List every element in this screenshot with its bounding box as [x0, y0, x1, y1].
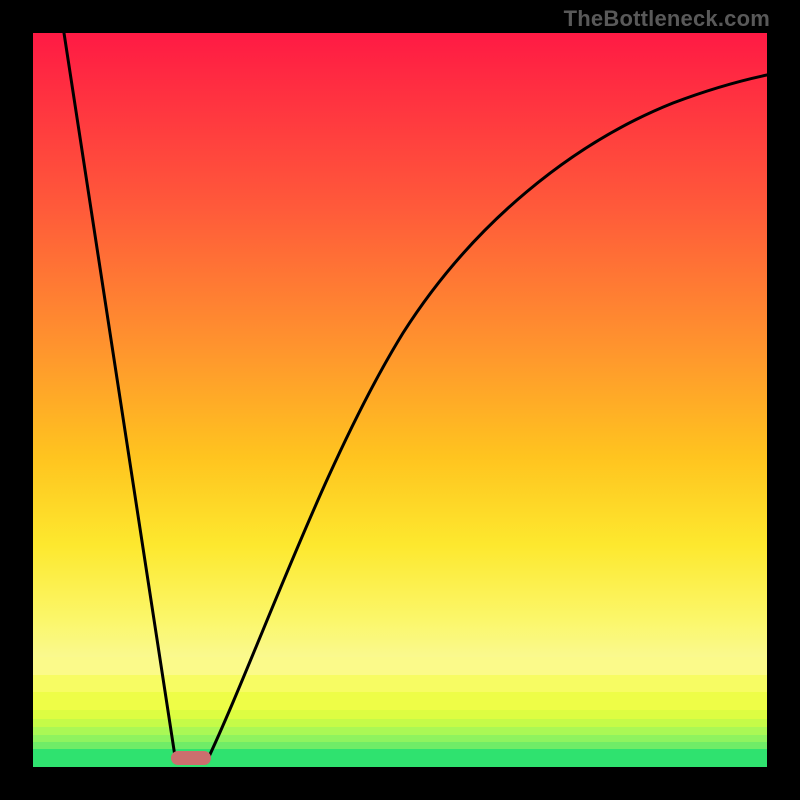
- chart-frame: TheBottleneck.com: [0, 0, 800, 800]
- plot-area: [33, 33, 767, 767]
- minimum-marker: [171, 751, 211, 765]
- attribution-text: TheBottleneck.com: [564, 6, 770, 32]
- curve-path: [64, 33, 767, 763]
- curve-layer: [33, 33, 767, 767]
